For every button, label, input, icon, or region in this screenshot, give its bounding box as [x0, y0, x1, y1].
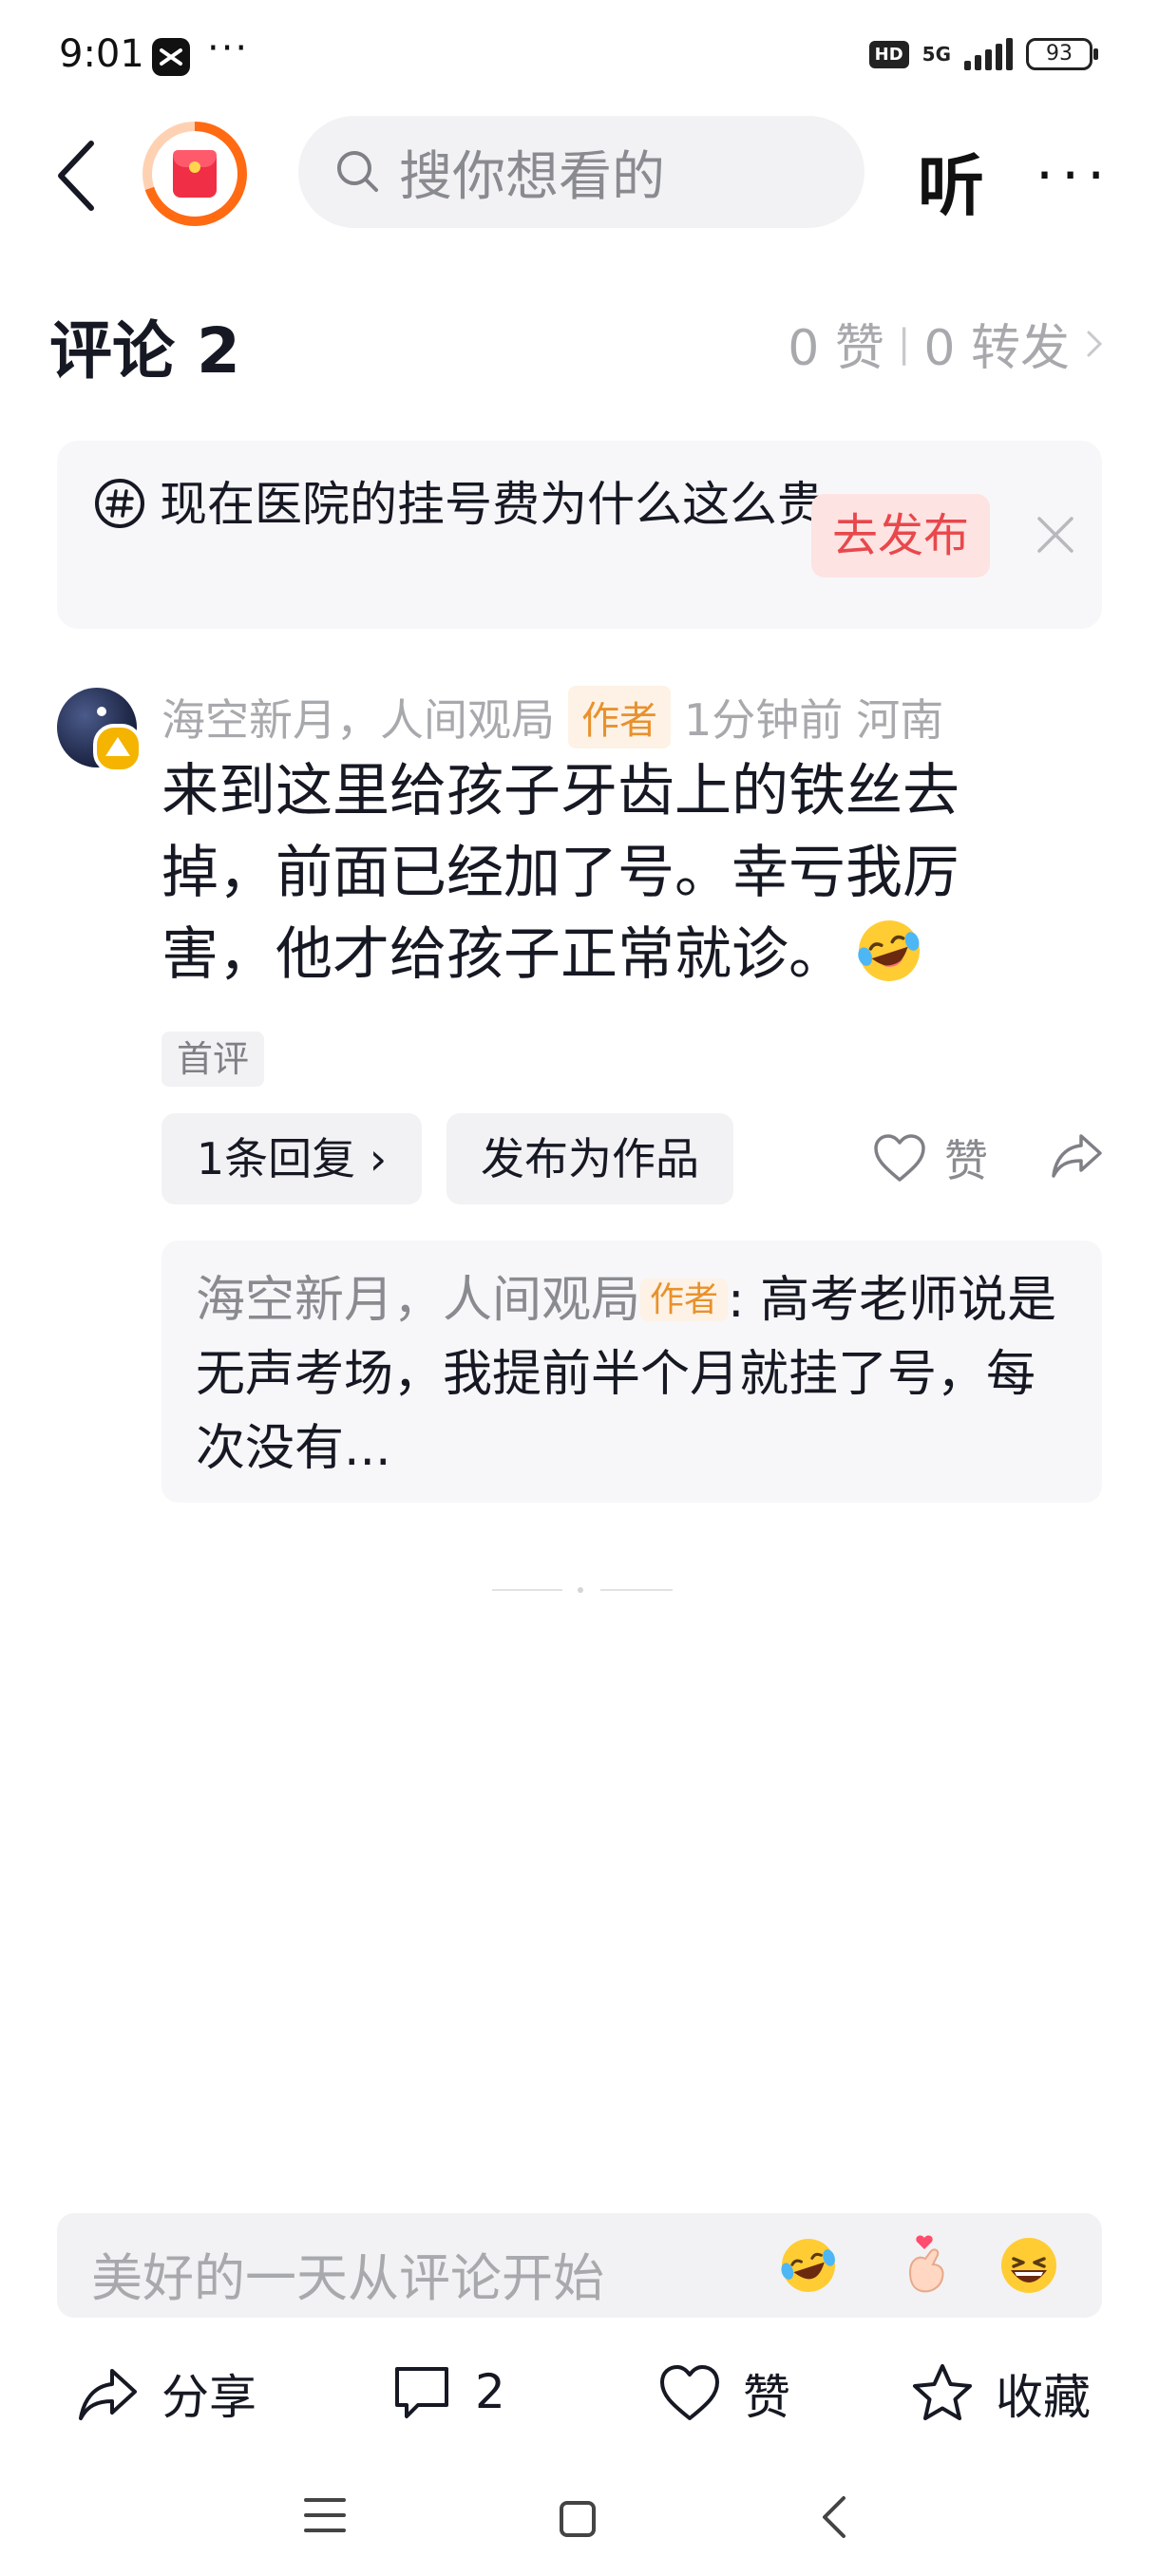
more-options-button[interactable]: ··· [1036, 142, 1112, 209]
comment-input-placeholder: 美好的一天从评论开始 [91, 2248, 604, 2308]
comment-input[interactable]: 美好的一天从评论开始 [57, 2213, 1102, 2318]
first-comment-tag: 首评 [162, 1032, 265, 1087]
comment-location: 河南 [856, 694, 944, 746]
comment-body: 来到这里给孩子牙齿上的铁丝去掉，前面已经加了号。幸亏我厉害，他才给孩子正常就诊。 [162, 750, 1036, 995]
signal-icon [964, 38, 1013, 70]
red-packet-avatar-icon[interactable] [142, 122, 247, 226]
share-arrow-icon [79, 2369, 137, 2420]
reply-author-name: 海空新月，人间观局 [196, 1272, 641, 1329]
like-label: 赞 [743, 2370, 790, 2425]
share-label: 分享 [162, 2370, 256, 2425]
comments-title: 评论 2 [49, 314, 240, 388]
network-label: 5G [922, 43, 951, 66]
topic-banner[interactable]: 现在医院的挂号费为什么这么贵 去发布 [57, 441, 1102, 629]
comment-button[interactable]: 2 [390, 2359, 505, 2424]
status-indicators: HD 5G 93 [868, 38, 1098, 70]
stats-separator: | [897, 321, 911, 366]
favorite-label: 收藏 [996, 2370, 1091, 2425]
reply-preview[interactable]: 海空新月，人间观局 作者: 高考老师说是无声考场，我提前半个月就挂了号，每次没有.… [162, 1241, 1102, 1503]
reply-preview-text: 海空新月，人间观局 作者: 高考老师说是无声考场，我提前半个月就挂了号，每次没有.… [196, 1263, 1070, 1486]
menu-icon[interactable] [304, 2496, 346, 2534]
favorite-button[interactable]: 收藏 [910, 2359, 1091, 2428]
back-icon[interactable] [819, 2494, 847, 2540]
commenter-name[interactable]: 海空新月，人间观局 [162, 686, 555, 748]
comment-bubble-icon [395, 2367, 448, 2418]
grinning-emoji-icon[interactable] [998, 2234, 1060, 2297]
likes-count: 0 赞 [788, 320, 884, 377]
laughing-crying-emoji-icon [858, 920, 920, 981]
author-tag: 作者 [568, 686, 671, 748]
heart-icon [874, 1134, 925, 1182]
topic-text: 现在医院的挂号费为什么这么贵 [160, 477, 825, 532]
star-icon [913, 2364, 972, 2420]
back-button[interactable] [49, 138, 106, 214]
laughing-crying-emoji-icon[interactable] [777, 2234, 840, 2297]
comment-like-button[interactable]: 赞 [872, 1127, 988, 1189]
status-more-icon: ··· [207, 27, 250, 70]
capcut-app-icon [152, 38, 190, 76]
view-replies-button[interactable]: 1条回复 › [162, 1113, 422, 1204]
comment-meta: 海空新月，人间观局 作者 1分钟前 河南 [162, 686, 943, 748]
comment-text: 来到这里给孩子牙齿上的铁丝去掉，前面已经加了号。幸亏我厉害，他才给孩子正常就诊。 [162, 758, 960, 988]
chevron-right-icon [1087, 331, 1103, 356]
search-placeholder: 搜你想看的 [399, 145, 665, 208]
comment-share-button[interactable] [1049, 1127, 1106, 1184]
home-icon[interactable] [559, 2500, 597, 2538]
close-icon[interactable] [1034, 513, 1077, 557]
comment-time: 1分钟前 [684, 694, 844, 746]
status-time: 9:01 [59, 32, 144, 76]
heart-icon [660, 2365, 719, 2420]
like-button[interactable]: 赞 [657, 2359, 790, 2428]
search-bar[interactable]: 搜你想看的 [298, 116, 864, 228]
search-icon [337, 151, 378, 192]
publish-as-work-button[interactable]: 发布为作品 [446, 1113, 733, 1204]
creator-badge-icon [93, 724, 142, 773]
hd-icon: HD [868, 40, 909, 68]
like-repost-stats[interactable]: 0 赞 | 0 转发 [788, 308, 1106, 379]
battery-icon: 93 [1026, 38, 1098, 70]
reposts-count: 0 转发 [923, 320, 1070, 377]
chevron-left-icon [58, 141, 94, 211]
comment-like-label: 赞 [944, 1135, 988, 1186]
share-arrow-icon [1052, 1134, 1102, 1178]
finger-heart-emoji-icon[interactable] [893, 2234, 956, 2297]
loading-indicator [492, 1586, 673, 1594]
publish-topic-button[interactable]: 去发布 [811, 494, 990, 578]
comment-count: 2 [475, 2364, 505, 2419]
share-button[interactable]: 分享 [76, 2359, 256, 2428]
listen-button[interactable]: 听 [918, 133, 984, 229]
reply-author-tag: 作者 [640, 1279, 729, 1321]
